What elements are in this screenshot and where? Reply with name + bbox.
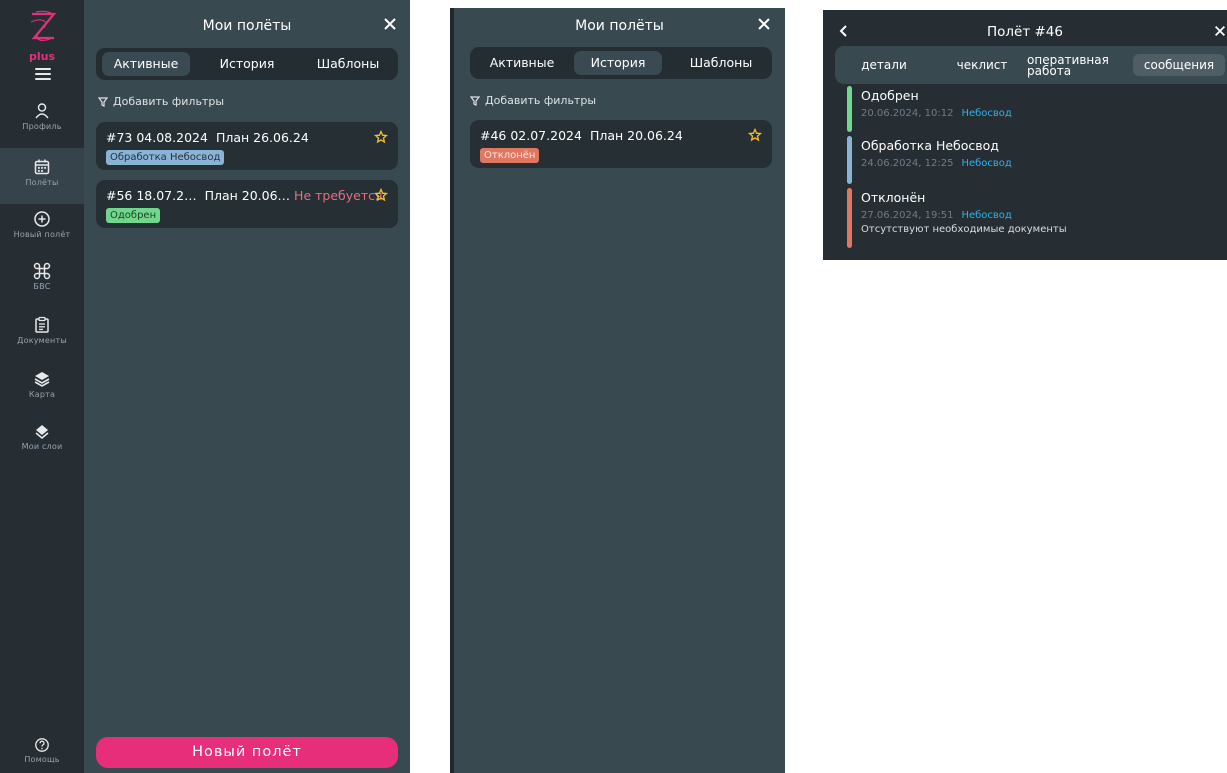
person-icon — [35, 103, 49, 119]
flight-plan: План 20.06… — [204, 188, 291, 203]
layers-icon — [34, 372, 50, 387]
event-name: Отклонён — [861, 190, 926, 205]
event-meta: 20.06.2024, 10:12 Небосвод — [861, 108, 1012, 119]
app-logo-icon — [30, 10, 57, 41]
tab-active[interactable]: Активные — [102, 52, 190, 76]
plus-circle-icon — [34, 211, 50, 227]
event-datetime: 20.06.2024, 10:12 — [861, 108, 954, 119]
flight-detail-title: Полёт #46 — [987, 24, 1063, 40]
flights-panel-active: Мои полёты Активные История Шаблоны Доба… — [84, 0, 410, 773]
sidebar-item-flights[interactable]: Полёты — [0, 148, 84, 204]
flight-card-header: #73 04.08.2024 План 26.06.24 — [106, 130, 309, 145]
sidebar-item-map[interactable]: Карта — [0, 364, 84, 420]
event-source[interactable]: Небосвод — [961, 108, 1011, 119]
panel-title: Мои полёты — [202, 18, 292, 34]
menu-icon[interactable] — [35, 68, 51, 80]
event-source[interactable]: Небосвод — [961, 158, 1011, 169]
layers-diamond-icon — [35, 425, 49, 440]
flights-panel-history: Мои полёты Активные История Шаблоны Доба… — [454, 8, 785, 773]
tab-active[interactable]: Активные — [478, 51, 566, 75]
status-badge: Отклонён — [480, 148, 540, 163]
star-icon[interactable] — [748, 128, 762, 142]
logo-text: plus — [28, 50, 56, 63]
command-icon — [33, 262, 51, 280]
sidebar-item-label: Профиль — [22, 122, 62, 131]
flight-card[interactable]: #56 18.07.2… План 20.06… Не требуется Одо… — [96, 180, 398, 228]
tab-history[interactable]: История — [204, 52, 290, 76]
flight-card-header: #56 18.07.2… План 20.06… Не требуется — [106, 188, 383, 203]
status-badge: Одобрен — [106, 208, 161, 223]
sidebar-item-profile[interactable]: Профиль — [0, 96, 84, 152]
close-icon[interactable] — [1213, 24, 1227, 38]
tab-details[interactable]: детали — [853, 54, 915, 76]
sidebar-item-uav[interactable]: БВС — [0, 256, 84, 312]
flight-plan: План 20.06.24 — [589, 128, 683, 143]
flight-tabs: Активные История Шаблоны — [470, 47, 772, 79]
sidebar-item-label: Карта — [28, 390, 56, 399]
status-badge: Обработка Небосвод — [106, 150, 225, 165]
add-filters-button[interactable]: Добавить фильтры — [470, 94, 596, 107]
event-datetime: 24.06.2024, 12:25 — [861, 158, 954, 169]
flight-card[interactable]: #46 02.07.2024 План 20.06.24 Отклонён — [470, 120, 772, 168]
sidebar-item-new-flight[interactable]: Новый полёт — [0, 204, 84, 260]
close-icon[interactable] — [756, 16, 772, 32]
event-meta: 27.06.2024, 19:51 Небосвод — [861, 210, 1012, 221]
flight-id-date: #56 18.07.2… — [106, 188, 197, 203]
sidebar-item-my-layers[interactable]: Мои слои — [0, 416, 84, 472]
flight-tabs: Активные История Шаблоны — [96, 48, 398, 80]
event-name: Обработка Небосвод — [861, 138, 999, 153]
sidebar-item-label: Помощь — [24, 755, 60, 764]
tab-templates[interactable]: Шаблоны — [676, 51, 766, 75]
flight-id-date: #46 02.07.2024 — [480, 128, 582, 143]
add-filters-button[interactable]: Добавить фильтры — [98, 95, 224, 108]
event-color-bar — [847, 86, 852, 132]
event-meta: 24.06.2024, 12:25 Небосвод — [861, 158, 1012, 169]
flight-card[interactable]: #73 04.08.2024 План 26.06.24 Обработка Не… — [96, 122, 398, 170]
tab-templates[interactable]: Шаблоны — [302, 52, 394, 76]
sidebar-item-documents[interactable]: Документы — [0, 310, 84, 366]
flight-detail-panel: Полёт #46 детали чеклист оперативная раб… — [823, 10, 1227, 260]
panel-title: Мои полёты — [575, 18, 664, 34]
calendar-icon — [34, 159, 50, 175]
tab-checklist[interactable]: чеклист — [947, 54, 1017, 76]
star-icon[interactable] — [374, 188, 388, 202]
add-filters-label: Добавить фильтры — [113, 95, 225, 108]
filter-icon — [470, 95, 480, 106]
event-datetime: 27.06.2024, 19:51 — [861, 210, 954, 221]
sidebar-item-label: Новый полёт — [13, 230, 71, 239]
sidebar-item-label: Полёты — [25, 178, 59, 187]
clipboard-icon — [35, 316, 49, 333]
tab-messages[interactable]: сообщения — [1133, 54, 1225, 76]
event-color-bar — [847, 188, 852, 248]
filter-icon — [98, 96, 108, 107]
sidebar: plus Профиль Полёты Новый полёт БВС Доку… — [0, 0, 84, 773]
star-icon[interactable] — [374, 130, 388, 144]
flight-id-date: #73 04.08.2024 — [106, 130, 208, 145]
flight-card-header: #46 02.07.2024 План 20.06.24 — [480, 128, 683, 143]
event-note: Отсутствуют необходимые документы — [861, 224, 1067, 235]
new-flight-button[interactable]: Новый полёт — [96, 737, 398, 768]
sidebar-item-label: Мои слои — [21, 442, 63, 451]
requirement-label: Не требуется — [294, 188, 383, 203]
flight-detail-tabs: детали чеклист оперативная работа сообще… — [835, 46, 1227, 84]
help-circle-icon — [35, 738, 49, 752]
flight-plan: План 26.06.24 — [215, 130, 309, 145]
sidebar-item-help[interactable]: Помощь — [0, 735, 84, 773]
close-icon[interactable] — [382, 16, 398, 32]
event-source[interactable]: Небосвод — [961, 210, 1011, 221]
sidebar-item-label: БВС — [33, 282, 51, 291]
event-color-bar — [847, 136, 852, 184]
tab-operational-work[interactable]: оперативная работа — [1027, 54, 1119, 77]
tab-history[interactable]: История — [574, 51, 662, 75]
event-name: Одобрен — [861, 88, 919, 103]
add-filters-label: Добавить фильтры — [485, 94, 597, 107]
sidebar-item-label: Документы — [17, 336, 67, 345]
